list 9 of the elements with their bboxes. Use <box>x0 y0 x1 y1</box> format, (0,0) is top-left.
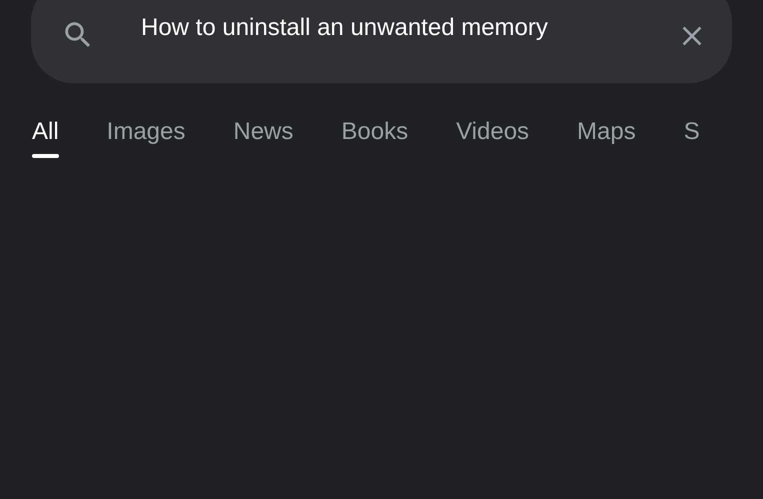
tab[interactable]: News <box>233 116 294 160</box>
tab[interactable]: Images <box>106 116 186 160</box>
tab[interactable]: Maps <box>577 116 636 160</box>
tab[interactable]: All <box>32 116 59 160</box>
search-query[interactable]: How to uninstall an unwanted memory <box>141 14 630 42</box>
search-bar[interactable]: How to uninstall an unwanted memory <box>31 0 732 83</box>
tab[interactable]: Books <box>341 116 408 160</box>
tab[interactable]: S <box>684 116 700 160</box>
tab[interactable]: Videos <box>456 116 530 160</box>
